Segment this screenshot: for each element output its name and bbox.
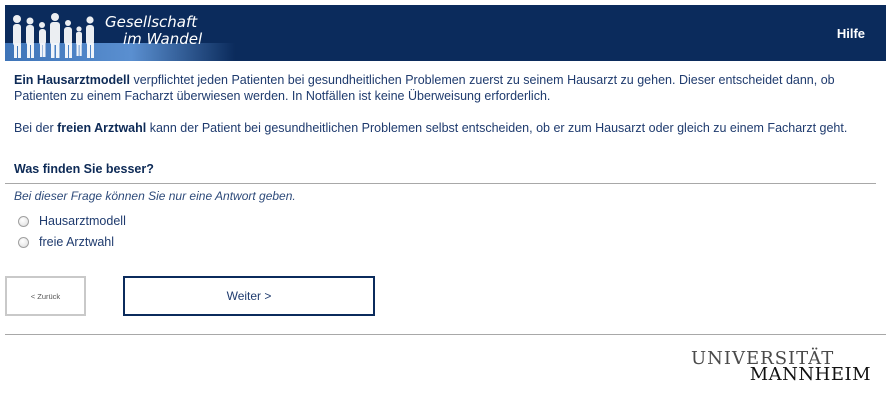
option-freie-arztwahl[interactable]: freie Arztwahl — [18, 234, 114, 250]
logo-text: Gesellschaft im Wandel — [105, 14, 202, 48]
uni-logo-line-2: MANNHEIM — [749, 364, 871, 385]
intro-paragraph-1: Ein Hausarztmodell verpflichtet jeden Pa… — [14, 72, 880, 104]
next-button[interactable]: Weiter > — [123, 276, 375, 316]
radio-button[interactable] — [18, 236, 29, 248]
intro-paragraph-2-text: kann der Patient bei gesundheitlichen Pr… — [146, 121, 848, 135]
intro-text: Ein Hausarztmodell verpflichtet jeden Pa… — [14, 72, 880, 136]
header-banner: Gesellschaft im Wandel Hilfe — [5, 5, 886, 61]
gesellschaft-im-wandel-logo: Gesellschaft im Wandel — [5, 5, 235, 61]
back-button[interactable]: < Zurück — [5, 276, 86, 316]
option-hausarztmodell[interactable]: Hausarztmodell — [18, 213, 126, 229]
question-title: Was finden Sie besser? — [14, 162, 154, 176]
option-label: freie Arztwahl — [39, 235, 115, 249]
footer-divider — [5, 334, 886, 335]
intro-paragraph-2-prefix: Bei der — [14, 121, 58, 135]
universitaet-mannheim-logo: UNIVERSITÄT MANNHEIM — [691, 348, 871, 385]
logo-line-1: Gesellschaft — [105, 13, 198, 31]
logo-line-2: im Wandel — [123, 30, 203, 48]
answer-instruction: Bei dieser Frage können Sie nur eine Ant… — [14, 189, 296, 203]
radio-button[interactable] — [18, 215, 29, 227]
freie-arztwahl-term: freien Arztwahl — [57, 121, 147, 135]
people-silhouettes-icon — [13, 13, 94, 58]
help-link[interactable]: Hilfe — [837, 26, 865, 41]
hausarztmodell-term: Ein Hausarztmodell — [14, 73, 130, 87]
question-divider — [5, 183, 876, 184]
intro-paragraph-2: Bei der freien Arztwahl kann der Patient… — [14, 120, 880, 136]
option-label: Hausarztmodell — [39, 214, 126, 228]
intro-paragraph-1-text: verpflichtet jeden Patienten bei gesundh… — [14, 73, 835, 103]
